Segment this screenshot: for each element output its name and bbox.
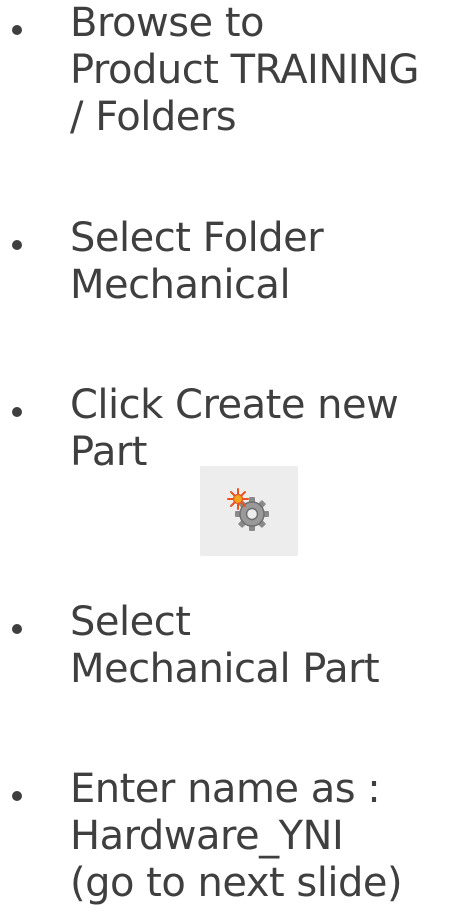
- bullet-line: (go to next slide): [70, 860, 403, 906]
- bullet-line: Product TRAINING: [70, 47, 420, 93]
- bullet-text: Select Mechanical Part: [70, 599, 470, 693]
- slide-bullet-list: Browse to Product TRAINING / Folders Sel…: [0, 0, 472, 919]
- bullet-text: Enter name as : Hardware_YNI (go to next…: [70, 766, 470, 907]
- gear-new-icon: [227, 488, 269, 531]
- bullet-line: Hardware_YNI: [70, 813, 344, 859]
- bullet-dot: [12, 624, 22, 634]
- bullet-line: Click Create new: [70, 382, 399, 428]
- bullet-line: / Folders: [70, 94, 237, 140]
- bullet-dot: [12, 25, 22, 35]
- bullet-text: Browse to Product TRAINING / Folders: [70, 0, 470, 141]
- bullet-dot: [12, 791, 22, 801]
- bullet-text: Select Folder Mechanical: [70, 215, 470, 309]
- bullet-dot: [12, 240, 22, 250]
- bullet-line: Select: [70, 599, 191, 645]
- bullet-line: Mechanical Part: [70, 646, 380, 692]
- bullet-dot: [12, 407, 22, 417]
- bullet-line: Mechanical: [70, 262, 291, 308]
- bullet-text: Click Create new Part: [70, 382, 470, 476]
- bullet-line: Browse to: [70, 0, 265, 46]
- bullet-line: Enter name as :: [70, 766, 381, 812]
- create-new-part-button[interactable]: [200, 466, 298, 556]
- bullet-line: Select Folder: [70, 215, 324, 261]
